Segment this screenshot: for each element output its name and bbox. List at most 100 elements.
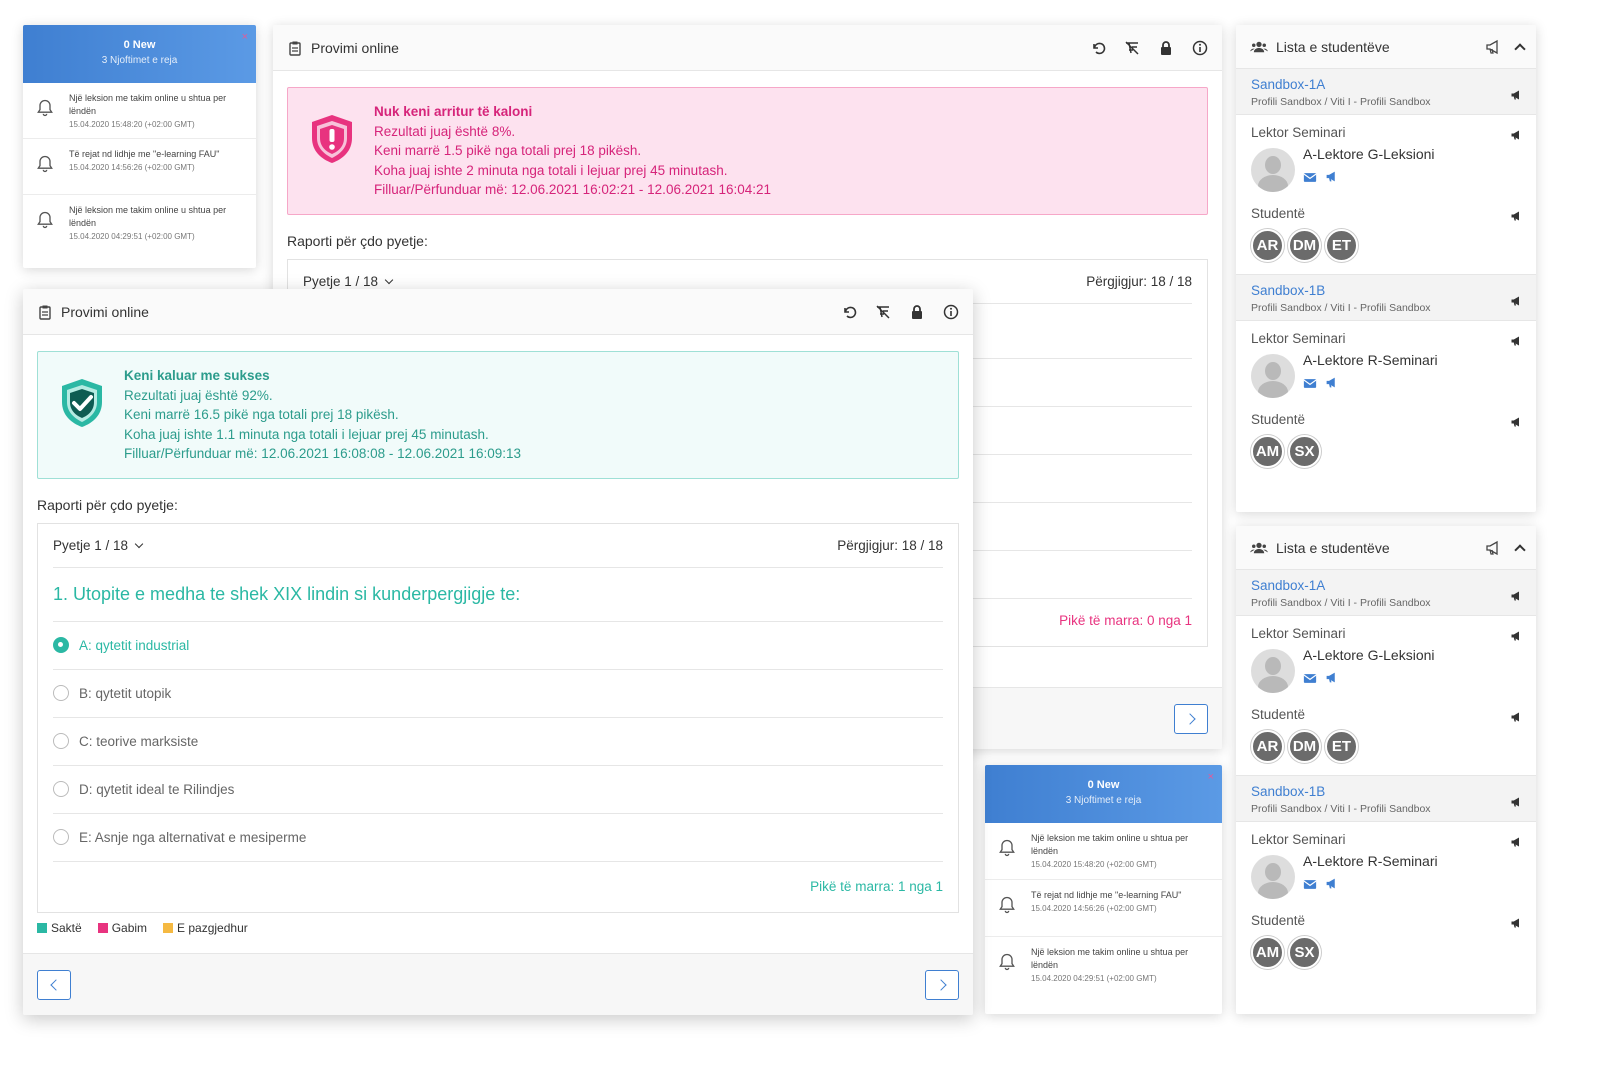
notification-item[interactable]: Të rejat nd lidhje me "e-learning FAU" 15… (985, 880, 1222, 937)
student-avatar[interactable]: SX (1288, 936, 1321, 969)
prev-button[interactable] (37, 970, 71, 1000)
group-name[interactable]: Sandbox-1A (1251, 578, 1522, 593)
group-subtitle: Profili Sandbox / Viti I - Profili Sandb… (1251, 96, 1431, 108)
notification-time: 15.04.2020 15:48:20 (+02:00 GMT) (1031, 860, 1157, 869)
student-avatar[interactable]: AR (1251, 229, 1284, 262)
notification-item[interactable]: Një leksion me takim online u shtua per … (23, 195, 256, 251)
group-subtitle: Profili Sandbox / Viti I - Profili Sandb… (1251, 302, 1431, 314)
group-subtitle: Profili Sandbox / Viti I - Profili Sandb… (1251, 803, 1431, 815)
megaphone-icon[interactable] (1325, 877, 1338, 890)
answer-option-c[interactable]: C: teorive marksiste (53, 718, 943, 766)
notification-item[interactable]: Një leksion me takim online u shtua per … (23, 83, 256, 139)
question-dropdown[interactable]: Pyetje 1 / 18 (53, 538, 144, 553)
close-icon[interactable]: × (242, 31, 248, 43)
info-icon[interactable] (943, 304, 959, 320)
answer-option-b[interactable]: B: qytetit utopik (53, 670, 943, 718)
student-list-header: Lista e studentëve (1236, 526, 1536, 570)
student-avatar[interactable]: SX (1288, 435, 1321, 468)
megaphone-icon[interactable] (1510, 129, 1522, 141)
group-name[interactable]: Sandbox-1A (1251, 77, 1522, 92)
mail-icon[interactable] (1303, 879, 1317, 890)
lock-icon[interactable] (1158, 40, 1174, 56)
option-label: A: qytetit industrial (79, 637, 190, 653)
megaphone-icon[interactable] (1510, 711, 1522, 723)
megaphone-icon[interactable] (1510, 796, 1522, 808)
bell-icon (35, 210, 55, 230)
group-name[interactable]: Sandbox-1B (1251, 283, 1522, 298)
megaphone-icon[interactable] (1510, 917, 1522, 929)
notification-item[interactable]: Të rejat nd lidhje me "e-learning FAU" 15… (23, 139, 256, 195)
lecturer-name: A-Lektore R-Seminari (1303, 853, 1438, 869)
group-header[interactable]: Sandbox-1B Profili Sandbox / Viti I - Pr… (1236, 274, 1536, 321)
report-top: Pyetje 1 / 18 Përgjigjur: 18 / 18 (53, 524, 943, 568)
megaphone-icon[interactable] (1325, 671, 1338, 684)
student-avatar[interactable]: AR (1251, 730, 1284, 763)
notification-item[interactable]: Një leksion me takim online u shtua per … (985, 823, 1222, 880)
answer-option-d[interactable]: D: qytetit ideal te Rilindjes (53, 766, 943, 814)
mail-icon[interactable] (1303, 172, 1317, 183)
lecturer-label: Lektor Seminari (1251, 626, 1346, 641)
student-avatar[interactable]: ET (1325, 730, 1358, 763)
radio[interactable] (53, 733, 69, 749)
megaphone-icon[interactable] (1484, 540, 1502, 556)
group-header[interactable]: Sandbox-1B Profili Sandbox / Viti I - Pr… (1236, 775, 1536, 822)
group-header[interactable]: Sandbox-1A Profili Sandbox / Viti I - Pr… (1236, 570, 1536, 616)
lecturer-name: A-Lektore G-Leksioni (1303, 146, 1435, 162)
undo-icon[interactable] (841, 304, 857, 320)
mail-icon[interactable] (1303, 378, 1317, 389)
clipboard-icon (287, 40, 303, 56)
radio-selected[interactable] (53, 637, 69, 653)
megaphone-icon[interactable] (1510, 416, 1522, 428)
alert-line: Keni marrë 16.5 pikë nga totali prej 18 … (124, 407, 399, 422)
mail-icon[interactable] (1303, 673, 1317, 684)
megaphone-icon[interactable] (1510, 590, 1522, 602)
student-avatar[interactable]: ET (1325, 229, 1358, 262)
chevron-up-icon[interactable] (1514, 543, 1526, 556)
students-label: Studentë (1251, 206, 1306, 221)
student-avatar[interactable]: AM (1251, 936, 1284, 969)
exam-title: Provimi online (311, 39, 399, 56)
student-list-title: Lista e studentëve (1276, 38, 1390, 55)
notification-header: 0 New 3 Njoftimet e reja × (23, 25, 256, 83)
exam-footer (23, 953, 973, 1015)
alert-title: Nuk keni arritur të kaloni (374, 104, 533, 119)
close-icon[interactable]: × (1208, 771, 1214, 783)
answer-option-a[interactable]: A: qytetit industrial (53, 622, 943, 670)
avatar (1251, 354, 1295, 398)
group-name[interactable]: Sandbox-1B (1251, 784, 1522, 799)
radio[interactable] (53, 685, 69, 701)
next-button[interactable] (925, 970, 959, 1000)
student-avatar[interactable]: DM (1288, 229, 1321, 262)
megaphone-icon[interactable] (1510, 335, 1522, 347)
megaphone-icon[interactable] (1510, 630, 1522, 642)
notification-item[interactable]: Një leksion me takim online u shtua per … (985, 937, 1222, 994)
group-header[interactable]: Sandbox-1A Profili Sandbox / Viti I - Pr… (1236, 69, 1536, 115)
chevron-up-icon[interactable] (1514, 42, 1526, 55)
student-list-card-top: Lista e studentëve Sandbox-1A Profili Sa… (1236, 25, 1536, 512)
undo-icon[interactable] (1090, 40, 1106, 56)
next-button[interactable] (1174, 704, 1208, 734)
student-avatar[interactable]: DM (1288, 730, 1321, 763)
megaphone-icon[interactable] (1510, 210, 1522, 222)
clear-format-icon[interactable] (1124, 40, 1140, 56)
megaphone-icon[interactable] (1325, 170, 1338, 183)
points-earned: Pikë të marra: 0 nga 1 (1059, 612, 1192, 628)
radio[interactable] (53, 829, 69, 845)
alert-line: Rezultati juaj është 8%. (374, 123, 516, 139)
megaphone-icon[interactable] (1510, 836, 1522, 848)
notification-count: 0 New (123, 39, 156, 51)
student-avatar[interactable]: AM (1251, 435, 1284, 468)
radio[interactable] (53, 781, 69, 797)
megaphone-icon[interactable] (1484, 39, 1502, 55)
bell-icon (997, 895, 1017, 915)
megaphone-icon[interactable] (1510, 295, 1522, 307)
lecturer-section: Lektor Seminari A-Lektore G-Leksioni (1236, 115, 1536, 192)
clear-format-icon[interactable] (875, 304, 891, 320)
megaphone-icon[interactable] (1325, 376, 1338, 389)
info-icon[interactable] (1192, 40, 1208, 56)
notification-text: Një leksion me takim online u shtua per … (69, 93, 227, 116)
megaphone-icon[interactable] (1510, 89, 1522, 101)
answer-option-e[interactable]: E: Asnje nga alternativat e mesiperme (53, 814, 943, 862)
lock-icon[interactable] (909, 304, 925, 320)
question-dropdown[interactable]: Pyetje 1 / 18 (303, 274, 394, 289)
